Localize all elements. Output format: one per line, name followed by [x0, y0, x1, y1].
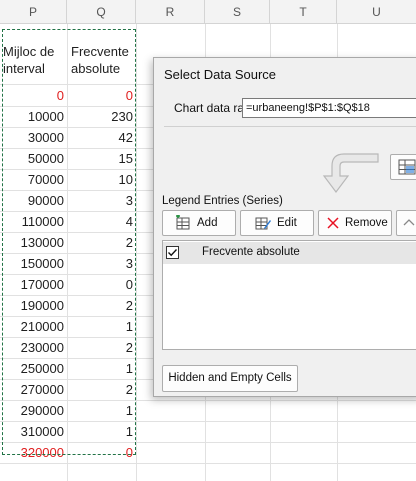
grid-line: [0, 463, 416, 464]
hidden-empty-cells-button[interactable]: Hidden and Empty Cells: [162, 365, 298, 392]
cell-q[interactable]: 3: [67, 190, 136, 211]
cell-p[interactable]: 320000: [0, 442, 67, 463]
column-header-r[interactable]: R: [136, 0, 205, 24]
header-cell-q[interactable]: Frecvente absolute: [68, 43, 129, 77]
cell-p[interactable]: 30000: [0, 127, 67, 148]
remove-label: Remove: [345, 217, 388, 229]
cell-p[interactable]: 110000: [0, 211, 67, 232]
edit-icon: [255, 217, 271, 230]
cell-p[interactable]: 190000: [0, 295, 67, 316]
column-header-t[interactable]: T: [270, 0, 337, 24]
chart-data-range-input[interactable]: =urbaneeng!$P$1:$Q$18: [242, 98, 416, 118]
column-header-row: P Q R S T U: [0, 0, 416, 24]
divider: [164, 126, 416, 127]
column-header-s[interactable]: S: [205, 0, 270, 24]
cell-p[interactable]: 250000: [0, 358, 67, 379]
cell-q[interactable]: 0: [67, 85, 136, 106]
header-p-line1: Mijloc de: [3, 44, 55, 59]
cell-p[interactable]: 170000: [0, 274, 67, 295]
add-icon: [176, 215, 190, 230]
cell-p[interactable]: 290000: [0, 400, 67, 421]
header-p-line2: interval: [3, 61, 45, 76]
add-series-button[interactable]: Add: [162, 210, 236, 236]
remove-x-icon: [327, 217, 339, 229]
series-toolbar: Add Edit Remove: [162, 208, 416, 238]
column-header-u[interactable]: U: [337, 0, 416, 24]
column-header-q[interactable]: Q: [67, 0, 136, 24]
column-header-p[interactable]: P: [0, 0, 67, 24]
cell-q[interactable]: 1: [67, 358, 136, 379]
cell-q[interactable]: 0: [67, 274, 136, 295]
cell-p[interactable]: 150000: [0, 253, 67, 274]
cell-q[interactable]: 2: [67, 232, 136, 253]
cell-q[interactable]: 2: [67, 337, 136, 358]
edit-label: Edit: [277, 217, 297, 229]
header-cell-p[interactable]: Mijloc de interval: [0, 43, 54, 77]
cell-q[interactable]: 2: [67, 295, 136, 316]
cell-p[interactable]: 270000: [0, 379, 67, 400]
legend-entries-label: Legend Entries (Series): [162, 195, 283, 207]
cell-p[interactable]: 310000: [0, 421, 67, 442]
cell-q[interactable]: 10: [67, 169, 136, 190]
move-up-button[interactable]: [396, 210, 416, 236]
cell-p[interactable]: 10000: [0, 106, 67, 127]
add-label: Add: [197, 217, 218, 229]
select-data-source-dialog: Select Data Source Chart data range: =ur…: [153, 57, 416, 397]
cell-p[interactable]: 0: [0, 85, 67, 106]
switch-row-column-button[interactable]: [390, 154, 416, 180]
checkmark-icon: [168, 249, 178, 257]
cell-q[interactable]: 1: [67, 316, 136, 337]
header-q-line1: Frecvente: [71, 44, 129, 59]
cell-q[interactable]: 2: [67, 379, 136, 400]
cell-p[interactable]: 70000: [0, 169, 67, 190]
series-list[interactable]: Frecvente absolute: [162, 240, 416, 350]
cell-q[interactable]: 0: [67, 442, 136, 463]
cell-q[interactable]: 1: [67, 400, 136, 421]
remove-series-button[interactable]: Remove: [318, 210, 392, 236]
series-row[interactable]: Frecvente absolute: [163, 242, 416, 264]
cell-p[interactable]: 230000: [0, 337, 67, 358]
cell-p[interactable]: 90000: [0, 190, 67, 211]
cell-q[interactable]: 1: [67, 421, 136, 442]
cell-q[interactable]: 230: [67, 106, 136, 127]
grid-icon: [398, 159, 416, 175]
cell-p[interactable]: 130000: [0, 232, 67, 253]
cell-q[interactable]: 15: [67, 148, 136, 169]
cell-q[interactable]: 3: [67, 253, 136, 274]
cell-q[interactable]: 4: [67, 211, 136, 232]
edit-series-button[interactable]: Edit: [240, 210, 314, 236]
header-q-line2: absolute: [71, 61, 121, 76]
chevron-up-icon: [403, 219, 415, 226]
dialog-title: Select Data Source: [164, 67, 277, 82]
series-name: Frecvente absolute: [202, 246, 300, 258]
cell-p[interactable]: 50000: [0, 148, 67, 169]
switch-row-column-arrow-icon: [322, 153, 379, 193]
cell-p[interactable]: 210000: [0, 316, 67, 337]
series-checkbox[interactable]: [166, 246, 179, 259]
cell-q[interactable]: 42: [67, 127, 136, 148]
